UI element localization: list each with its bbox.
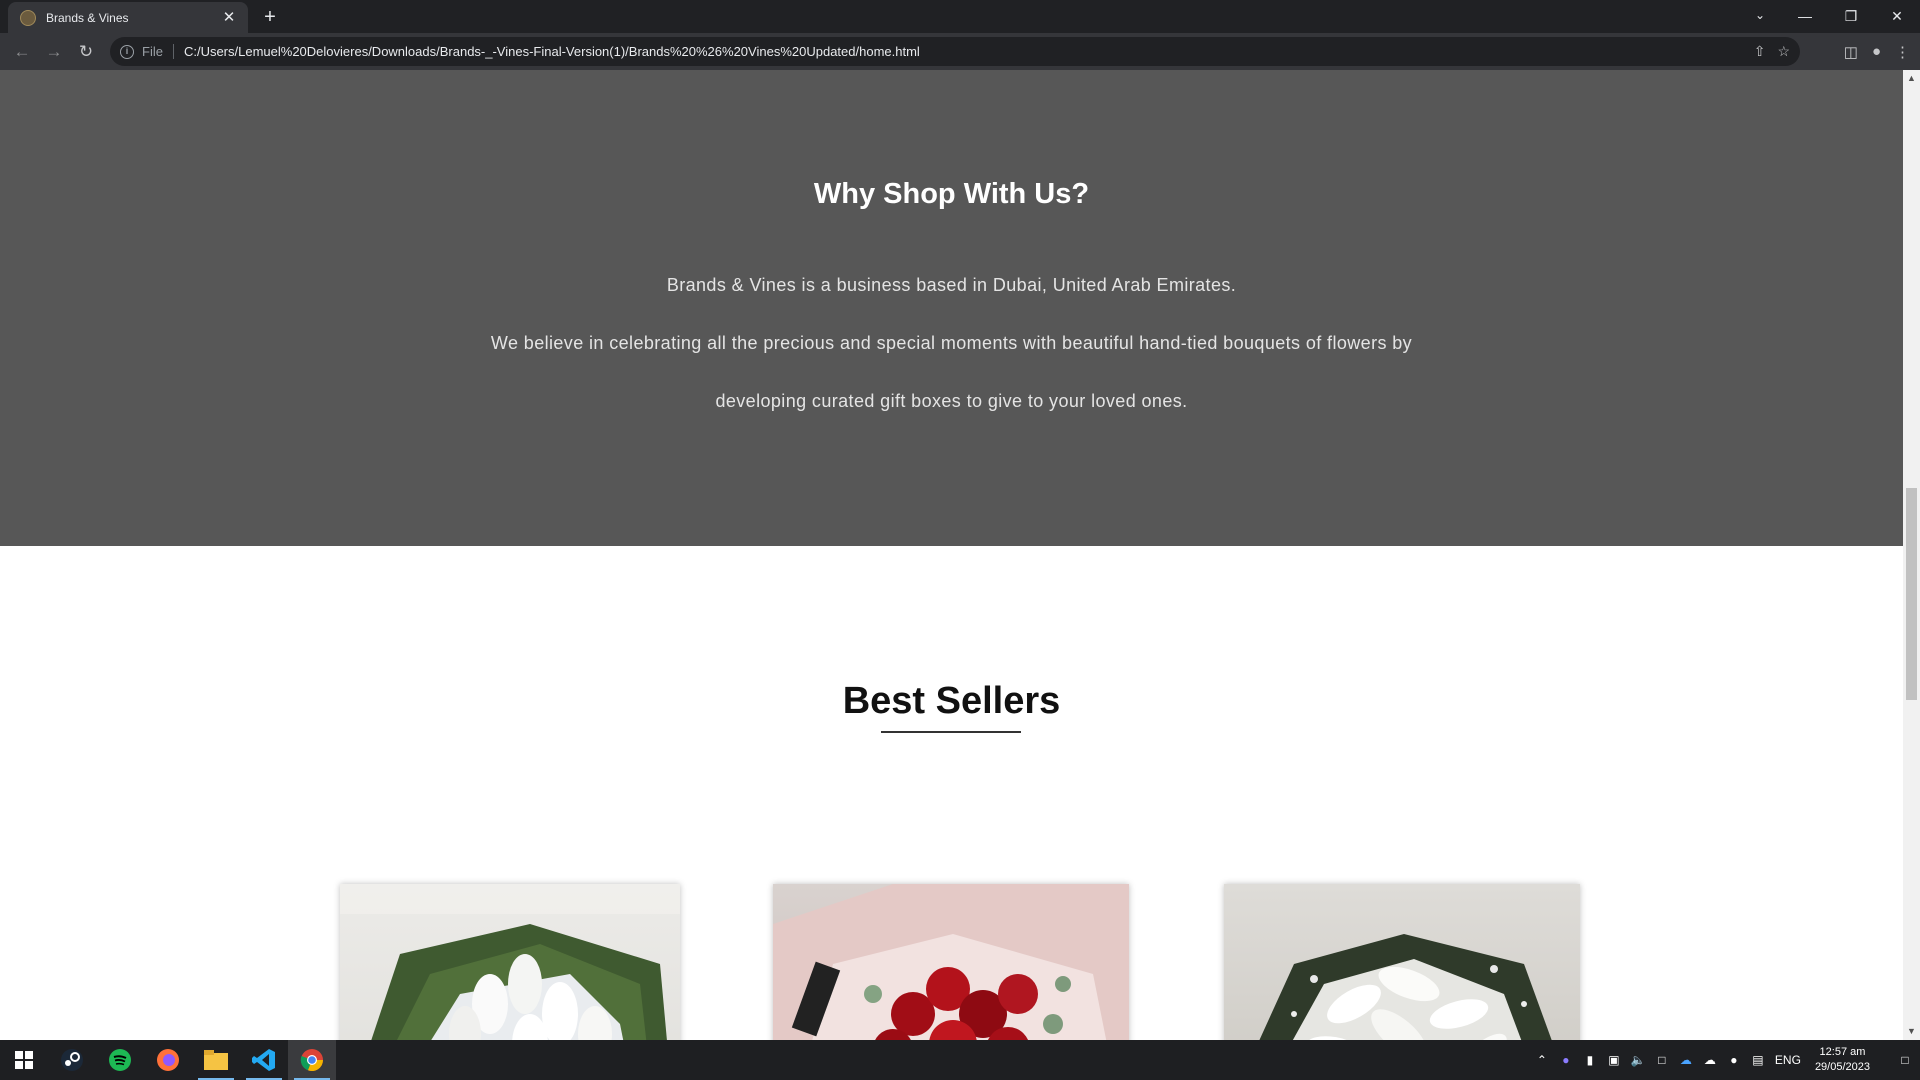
page-viewport: Why Shop With Us? Brands & Vines is a bu… (0, 70, 1903, 1040)
close-window-icon[interactable]: ✕ (1874, 0, 1920, 33)
chevron-up-icon[interactable]: ⌃ (1535, 1053, 1549, 1067)
browser-toolbar: ← → ↻ i File C:/Users/Lemuel%20Deloviere… (0, 33, 1920, 70)
window-controls: — ❐ ✕ (1782, 0, 1920, 33)
menu-icon[interactable]: ⋮ (1895, 43, 1910, 61)
firefox-icon[interactable] (144, 1040, 192, 1080)
windows-taskbar: ⌃ ● ▮ ▣ 🔈 □ ☁ ☁ ● ▤ ENG 12:57 am 29/05/2… (0, 1040, 1920, 1080)
system-tray: ⌃ ● ▮ ▣ 🔈 □ ☁ ☁ ● ▤ ENG 12:57 am 29/05/2… (1535, 1040, 1920, 1080)
onedrive-icon[interactable]: ☁ (1679, 1053, 1693, 1067)
steam-icon[interactable] (48, 1040, 96, 1080)
share-icon[interactable]: ⇧ (1754, 43, 1766, 60)
red-roses-image (773, 884, 1129, 1040)
sidebar-icon[interactable]: ◫ (1844, 43, 1858, 61)
mic-app-icon[interactable]: ● (1559, 1053, 1573, 1067)
scroll-down-arrow-icon[interactable]: ▼ (1903, 1023, 1920, 1040)
windows-start-icon[interactable] (0, 1040, 48, 1080)
tab-title: Brands & Vines (46, 10, 129, 25)
new-tab-button[interactable]: + (258, 5, 282, 29)
tab-close-icon[interactable]: ✕ (220, 9, 238, 27)
tab-strip: Brands & Vines ✕ + ⌄ — ❐ ✕ (0, 0, 1920, 33)
back-arrow-icon[interactable]: ← (6, 36, 38, 68)
scroll-up-arrow-icon[interactable]: ▲ (1903, 70, 1920, 87)
network-icon[interactable]: ▤ (1751, 1053, 1765, 1067)
address-bar[interactable]: i File C:/Users/Lemuel%20Delovieres/Down… (110, 37, 1800, 66)
best-sellers-title: Best Sellers (842, 680, 1061, 722)
battery-icon[interactable]: ▮ (1583, 1053, 1597, 1067)
file-explorer-icon[interactable] (192, 1040, 240, 1080)
forward-arrow-icon[interactable]: → (38, 36, 70, 68)
volume-icon[interactable]: 🔈 (1631, 1053, 1646, 1067)
chrome-icon[interactable] (288, 1040, 336, 1080)
why-shop-title: Why Shop With Us? (813, 178, 1090, 210)
microphone-icon[interactable]: ● (1727, 1053, 1741, 1067)
why-shop-paragraph-3: developing curated gift boxes to give to… (715, 391, 1188, 411)
minimize-icon[interactable]: — (1782, 0, 1828, 33)
why-shop-paragraph-1: Brands & Vines is a business based in Du… (666, 275, 1237, 295)
display-icon[interactable]: □ (1655, 1053, 1669, 1067)
cloud-icon[interactable]: ☁ (1703, 1053, 1717, 1067)
profile-icon[interactable]: ● (1872, 43, 1881, 60)
tab-search-chevron-icon[interactable]: ⌄ (1748, 0, 1772, 33)
meet-icon[interactable]: ▣ (1607, 1053, 1621, 1067)
clock-date: 29/05/2023 (1814, 1061, 1870, 1073)
product-card-red-roses[interactable] (773, 884, 1129, 1040)
scrollbar-thumb[interactable] (1906, 488, 1917, 700)
why-shop-section: Why Shop With Us? Brands & Vines is a bu… (0, 70, 1903, 546)
language-indicator[interactable]: ENG (1775, 1053, 1801, 1067)
why-shop-paragraph-2: We believe in celebrating all the precio… (490, 333, 1413, 353)
clock-time: 12:57 am (1819, 1046, 1866, 1058)
clock[interactable]: 12:57 am 29/05/2023 (1815, 1045, 1870, 1075)
reload-icon[interactable]: ↻ (70, 36, 102, 68)
info-icon[interactable]: i (120, 44, 134, 59)
site-favicon-icon (20, 9, 36, 26)
restore-icon[interactable]: ❐ (1828, 0, 1874, 33)
white-lilies-image (1259, 934, 1552, 1040)
browser-tab[interactable]: Brands & Vines ✕ (8, 2, 248, 33)
product-card-white-lilies[interactable] (1224, 884, 1580, 1040)
spotify-icon[interactable] (96, 1040, 144, 1080)
url-scheme: File (142, 44, 174, 59)
url-text[interactable]: C:/Users/Lemuel%20Delovieres/Downloads/B… (184, 44, 920, 59)
product-card-white-tulips[interactable] (340, 884, 680, 1040)
page-scrollbar[interactable]: ▲ ▼ (1903, 70, 1920, 1040)
vscode-icon[interactable] (240, 1040, 288, 1080)
notification-icon[interactable]: □ (1898, 1053, 1912, 1067)
white-tulips-image (340, 884, 680, 1040)
best-sellers-underline (881, 731, 1021, 733)
star-icon[interactable]: ☆ (1777, 43, 1790, 60)
